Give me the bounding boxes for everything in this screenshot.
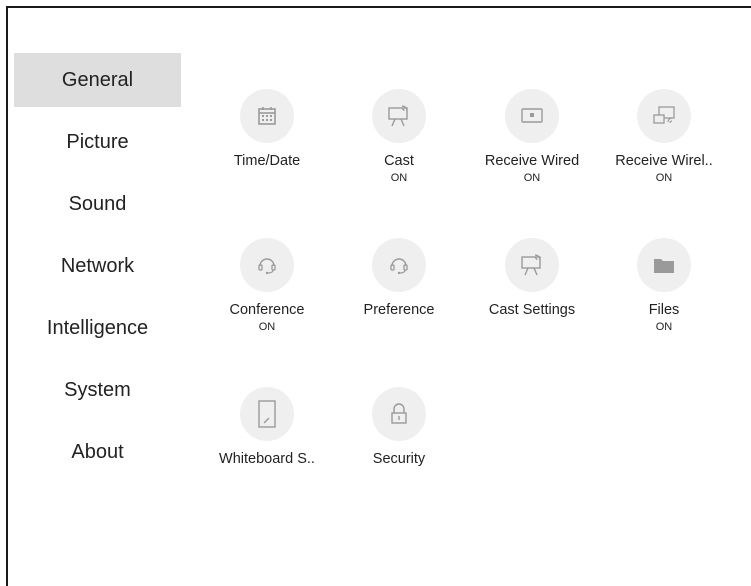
receive-wired-icon xyxy=(505,89,559,143)
headset-icon xyxy=(240,238,294,292)
tile-conference[interactable]: Conference ON xyxy=(202,238,332,333)
whiteboard-icon xyxy=(240,387,294,441)
tile-status: ON xyxy=(390,172,408,184)
lock-icon xyxy=(372,387,426,441)
tile-status: ON xyxy=(655,321,673,333)
tile-whiteboard-settings[interactable]: Whiteboard S.. xyxy=(202,387,332,470)
tile-label: Cast xyxy=(384,153,414,169)
settings-sidebar: General Picture Sound Network Intelligen… xyxy=(14,53,181,487)
sidebar-item-sound[interactable]: Sound xyxy=(14,177,181,231)
tile-label: Time/Date xyxy=(233,153,301,169)
tile-label: Receive Wired xyxy=(484,153,580,169)
tile-time-date[interactable]: Time/Date xyxy=(202,89,332,172)
calendar-icon xyxy=(240,89,294,143)
sidebar-item-picture[interactable]: Picture xyxy=(14,115,181,169)
tile-receive-wireless[interactable]: Receive Wirel.. ON xyxy=(599,89,729,184)
receive-wireless-icon xyxy=(637,89,691,143)
sidebar-item-network[interactable]: Network xyxy=(14,239,181,293)
tile-files[interactable]: Files ON xyxy=(599,238,729,333)
cast-settings-icon xyxy=(505,238,559,292)
sidebar-item-intelligence[interactable]: Intelligence xyxy=(14,301,181,355)
tile-label: Cast Settings xyxy=(488,302,576,318)
tile-label: Conference xyxy=(229,302,305,318)
tile-label: Preference xyxy=(363,302,435,318)
cast-icon xyxy=(372,89,426,143)
tile-status: ON xyxy=(258,321,276,333)
sidebar-item-general[interactable]: General xyxy=(14,53,181,107)
headset-icon xyxy=(372,238,426,292)
tile-label: Files xyxy=(648,302,680,318)
tile-label: Whiteboard S.. xyxy=(219,451,315,467)
tile-cast-settings[interactable]: Cast Settings xyxy=(467,238,597,321)
sidebar-item-system[interactable]: System xyxy=(14,363,181,417)
tile-security[interactable]: Security xyxy=(334,387,464,470)
tile-preference[interactable]: Preference xyxy=(334,238,464,321)
tile-status: ON xyxy=(523,172,541,184)
folder-icon xyxy=(637,238,691,292)
tile-status: ON xyxy=(655,172,673,184)
tile-label: Security xyxy=(372,451,426,467)
tile-cast[interactable]: Cast ON xyxy=(334,89,464,184)
sidebar-item-about[interactable]: About xyxy=(14,425,181,479)
tile-receive-wired[interactable]: Receive Wired ON xyxy=(467,89,597,184)
tile-label: Receive Wirel.. xyxy=(615,153,713,169)
